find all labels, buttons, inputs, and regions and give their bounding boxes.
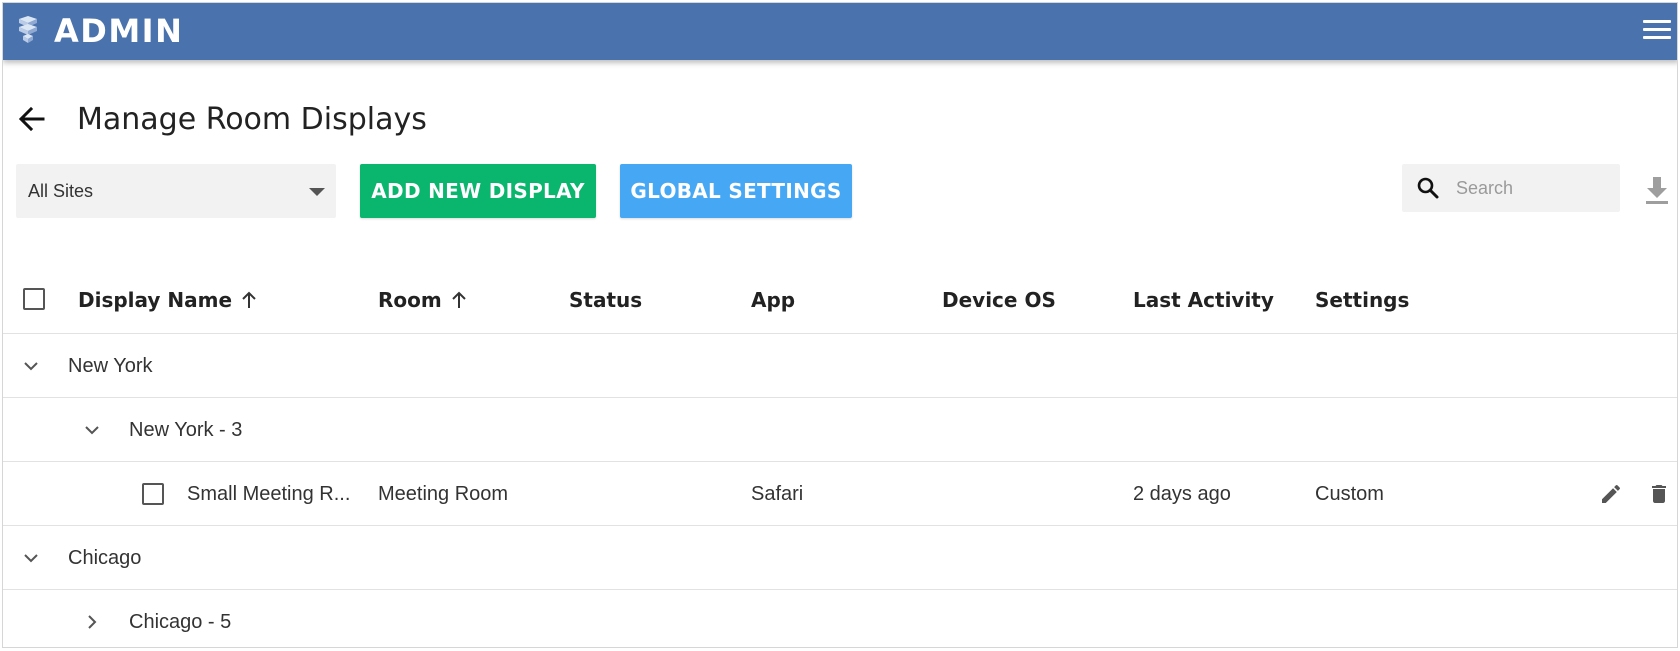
app-brand: ADMIN <box>54 12 184 50</box>
column-app-label: App <box>751 288 796 312</box>
subgroup-label: Chicago - 5 <box>129 611 232 633</box>
column-settings[interactable]: Settings <box>1315 286 1409 314</box>
page-title: Manage Room Displays <box>77 102 427 137</box>
chevron-down-icon[interactable] <box>21 548 41 568</box>
subgroup-row-new-york-3[interactable]: New York - 3 <box>3 398 1677 462</box>
download-icon[interactable] <box>1644 175 1670 205</box>
column-device-os[interactable]: Device OS <box>942 286 1056 314</box>
arrow-left-icon[interactable] <box>17 104 47 134</box>
select-all-checkbox[interactable] <box>23 288 45 310</box>
trash-delete-icon[interactable] <box>1647 482 1671 506</box>
search-input[interactable] <box>1456 173 1606 203</box>
chevron-down-icon[interactable] <box>82 420 102 440</box>
sort-ascending-icon <box>242 291 256 308</box>
subgroup-label: New York - 3 <box>129 419 243 441</box>
subgroup-row-chicago-5[interactable]: Chicago - 5 <box>3 590 1677 647</box>
site-filter-value: All Sites <box>28 181 94 201</box>
column-status-label: Status <box>569 288 643 312</box>
cell-display-name: Small Meeting R... <box>187 483 351 505</box>
add-new-display-button[interactable]: ADD NEW DISPLAY <box>360 164 596 218</box>
top-app-bar: ADMIN <box>3 3 1677 60</box>
column-device-os-label: Device OS <box>942 288 1056 312</box>
group-label: Chicago <box>68 547 142 569</box>
cube-stack-logo <box>19 16 37 43</box>
cell-room: Meeting Room <box>378 483 509 505</box>
column-room[interactable]: Room <box>378 286 467 314</box>
cell-settings: Custom <box>1315 483 1384 505</box>
chevron-right-icon[interactable] <box>82 612 102 632</box>
row-checkbox[interactable] <box>142 483 164 505</box>
column-status[interactable]: Status <box>569 286 642 314</box>
admin-window: ADMIN Manage Room Displays All Sites ADD… <box>2 2 1678 648</box>
table-row[interactable]: Small Meeting R... Meeting Room Safari 2… <box>3 462 1677 526</box>
column-display-name-label: Display Name <box>78 288 233 312</box>
group-row-new-york[interactable]: New York <box>3 334 1677 398</box>
cell-app: Safari <box>751 483 804 505</box>
column-settings-label: Settings <box>1315 288 1410 312</box>
search-icon <box>1417 177 1439 199</box>
cell-last-activity: 2 days ago <box>1133 483 1231 505</box>
column-display-name[interactable]: Display Name <box>78 286 257 314</box>
global-settings-button[interactable]: GLOBAL SETTINGS <box>620 164 852 218</box>
group-label: New York <box>68 355 153 377</box>
caret-down-icon <box>309 188 325 196</box>
search-field <box>1402 164 1620 212</box>
column-app[interactable]: App <box>751 286 795 314</box>
column-room-label: Room <box>378 288 442 312</box>
site-filter-select[interactable]: All Sites <box>16 164 336 218</box>
hamburger-menu-icon[interactable] <box>1643 20 1673 42</box>
column-last-activity[interactable]: Last Activity <box>1133 286 1274 314</box>
column-last-activity-label: Last Activity <box>1133 288 1274 312</box>
sort-ascending-icon <box>452 291 466 308</box>
chevron-down-icon[interactable] <box>21 356 41 376</box>
group-row-chicago[interactable]: Chicago <box>3 526 1677 590</box>
table-header: Display Name Room Status App Device OS L… <box>3 266 1677 334</box>
pencil-edit-icon[interactable] <box>1599 482 1623 506</box>
